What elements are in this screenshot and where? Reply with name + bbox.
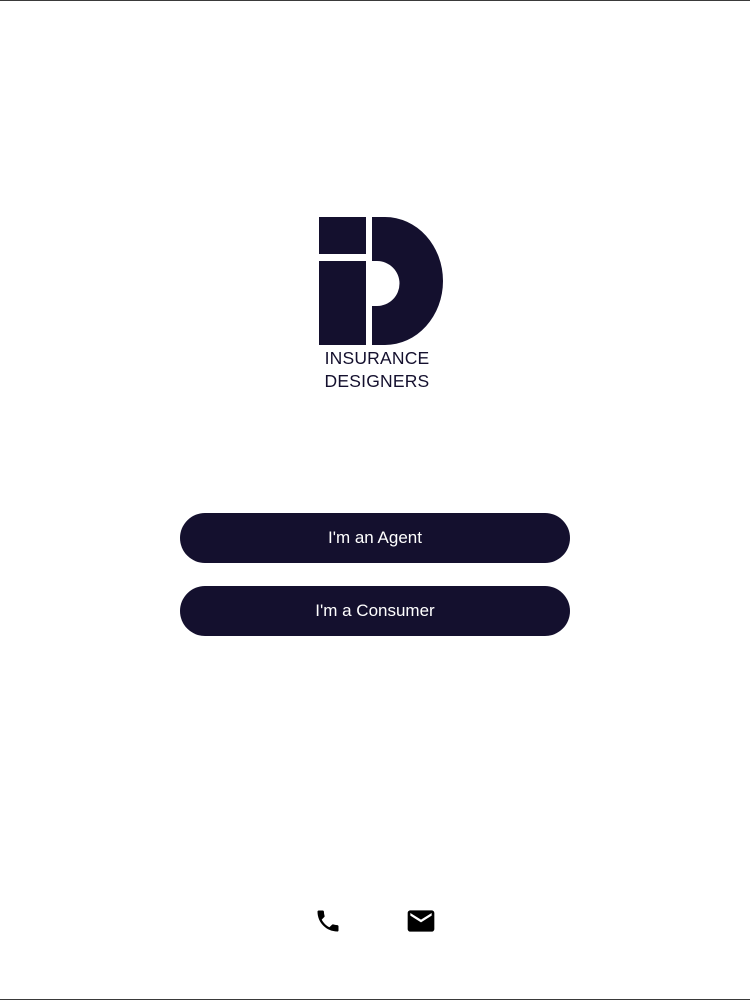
logo-text-insurance: INSURANCE — [324, 348, 430, 368]
logo-text-designers: DESIGNERS — [324, 371, 430, 391]
agent-button[interactable]: I'm an Agent — [180, 513, 570, 563]
mail-icon[interactable] — [405, 905, 437, 937]
id-logo-mark — [319, 217, 443, 345]
landing-screen: INSURANCE DESIGNERS I'm an Agent I'm a C… — [0, 0, 750, 1000]
insurance-designers-logo: INSURANCE DESIGNERS — [317, 216, 445, 392]
phone-icon[interactable] — [312, 905, 344, 937]
consumer-button[interactable]: I'm a Consumer — [180, 586, 570, 636]
